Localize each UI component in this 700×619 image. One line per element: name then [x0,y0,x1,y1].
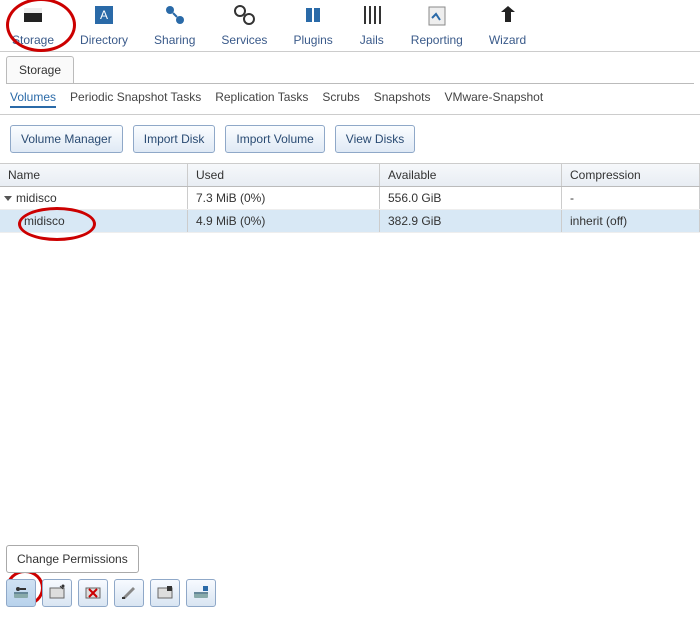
destroy-dataset-button[interactable] [186,579,216,607]
subtab-vmware-snapshot[interactable]: VMware-Snapshot [444,90,543,108]
storage-icon [20,2,46,31]
col-header-name[interactable]: Name [0,164,188,186]
subtab-periodic-snapshot-tasks[interactable]: Periodic Snapshot Tasks [70,90,201,108]
edit-options-button[interactable] [114,579,144,607]
subtab-snapshots[interactable]: Snapshots [374,90,431,108]
cell-available: 382.9 GiB [380,210,562,232]
sharing-icon [162,2,188,31]
nav-sharing[interactable]: Sharing [154,2,195,47]
nav-jails[interactable]: Jails [359,2,385,47]
jails-icon [359,2,385,31]
change-permissions-button[interactable] [6,579,36,607]
create-dataset-button[interactable] [42,579,72,607]
import-disk-button[interactable]: Import Disk [133,125,216,153]
nav-directory[interactable]: A Directory [80,2,128,47]
nav-storage[interactable]: Storage [12,2,54,47]
cell-available: 556.0 GiB [380,187,562,209]
cell-name: midisco [0,210,188,232]
table-row[interactable]: midisco7.3 MiB (0%)556.0 GiB- [0,187,700,210]
nav-label: Storage [12,33,54,47]
subtab-replication-tasks[interactable]: Replication Tasks [215,90,308,108]
create-zvol-button[interactable] [78,579,108,607]
change-permissions-icon [12,584,30,603]
subtab-scrubs[interactable]: Scrubs [322,90,359,108]
nav-wizard[interactable]: Wizard [489,2,526,47]
create-zvol-icon [84,584,102,603]
create-dataset-icon [48,584,66,603]
import-volume-button[interactable]: Import Volume [225,125,324,153]
col-header-used[interactable]: Used [188,164,380,186]
tab-storage[interactable]: Storage [6,56,74,83]
tooltip-change-permissions: Change Permissions [6,545,139,573]
destroy-dataset-icon [192,584,210,603]
cell-name: midisco [0,187,188,209]
nav-services[interactable]: Services [221,2,267,47]
edit-options-icon [120,584,138,603]
plugins-icon [300,2,326,31]
cell-compression: inherit (off) [562,210,700,232]
nav-label: Plugins [293,33,332,47]
svg-text:A: A [100,8,108,22]
cell-used: 4.9 MiB (0%) [188,210,380,232]
volume-manager-button[interactable]: Volume Manager [10,125,123,153]
directory-icon: A [91,2,117,31]
nav-label: Jails [360,33,384,47]
nav-label: Services [221,33,267,47]
cell-used: 7.3 MiB (0%) [188,187,380,209]
nav-label: Reporting [411,33,463,47]
nav-plugins[interactable]: Plugins [293,2,332,47]
services-icon [231,2,257,31]
nav-label: Sharing [154,33,195,47]
nav-reporting[interactable]: Reporting [411,2,463,47]
wizard-icon [495,2,521,31]
view-disks-button[interactable]: View Disks [335,125,415,153]
nav-label: Directory [80,33,128,47]
cell-compression: - [562,187,700,209]
create-snapshot-icon [156,584,174,603]
create-snapshot-button[interactable] [150,579,180,607]
table-row[interactable]: midisco4.9 MiB (0%)382.9 GiBinherit (off… [0,210,700,233]
nav-label: Wizard [489,33,526,47]
col-header-available[interactable]: Available [380,164,562,186]
subtab-volumes[interactable]: Volumes [10,90,56,108]
col-header-compression[interactable]: Compression [562,164,700,186]
chevron-down-icon[interactable] [4,196,12,201]
reporting-icon [424,2,450,31]
